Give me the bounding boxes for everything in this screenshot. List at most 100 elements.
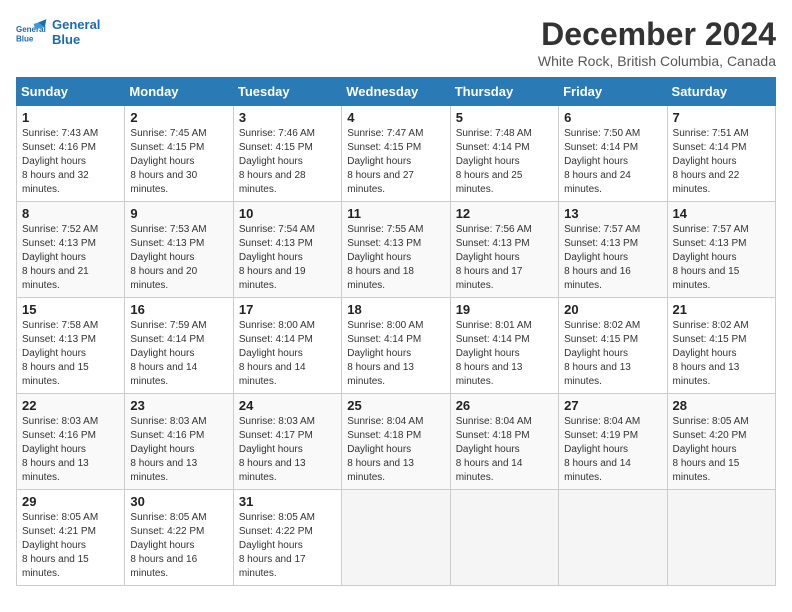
calendar-cell: 16 Sunrise: 7:59 AM Sunset: 4:14 PM Dayl… bbox=[125, 298, 233, 394]
day-info: Sunrise: 8:04 AM Sunset: 4:18 PM Dayligh… bbox=[347, 415, 444, 485]
day-info: Sunrise: 7:57 AM Sunset: 4:13 PM Dayligh… bbox=[564, 223, 661, 293]
header-sunday: Sunday bbox=[17, 78, 125, 106]
day-number: 21 bbox=[673, 302, 770, 317]
calendar-week-row: 29 Sunrise: 8:05 AM Sunset: 4:21 PM Dayl… bbox=[17, 490, 776, 586]
calendar-cell: 13 Sunrise: 7:57 AM Sunset: 4:13 PM Dayl… bbox=[559, 202, 667, 298]
day-info: Sunrise: 8:03 AM Sunset: 4:16 PM Dayligh… bbox=[22, 415, 119, 485]
day-number: 30 bbox=[130, 494, 227, 509]
day-info: Sunrise: 8:05 AM Sunset: 4:22 PM Dayligh… bbox=[130, 511, 227, 581]
day-number: 12 bbox=[456, 206, 553, 221]
day-info: Sunrise: 7:56 AM Sunset: 4:13 PM Dayligh… bbox=[456, 223, 553, 293]
day-number: 18 bbox=[347, 302, 444, 317]
day-number: 11 bbox=[347, 206, 444, 221]
day-number: 15 bbox=[22, 302, 119, 317]
header-saturday: Saturday bbox=[667, 78, 775, 106]
day-number: 31 bbox=[239, 494, 336, 509]
header-tuesday: Tuesday bbox=[233, 78, 341, 106]
day-number: 26 bbox=[456, 398, 553, 413]
calendar-cell: 2 Sunrise: 7:45 AM Sunset: 4:15 PM Dayli… bbox=[125, 106, 233, 202]
day-number: 14 bbox=[673, 206, 770, 221]
day-info: Sunrise: 7:52 AM Sunset: 4:13 PM Dayligh… bbox=[22, 223, 119, 293]
calendar-cell bbox=[667, 490, 775, 586]
day-info: Sunrise: 7:45 AM Sunset: 4:15 PM Dayligh… bbox=[130, 127, 227, 197]
calendar-cell: 21 Sunrise: 8:02 AM Sunset: 4:15 PM Dayl… bbox=[667, 298, 775, 394]
header: General Blue General Blue December 2024 … bbox=[16, 16, 776, 69]
day-number: 8 bbox=[22, 206, 119, 221]
calendar-week-row: 22 Sunrise: 8:03 AM Sunset: 4:16 PM Dayl… bbox=[17, 394, 776, 490]
day-info: Sunrise: 7:43 AM Sunset: 4:16 PM Dayligh… bbox=[22, 127, 119, 197]
calendar-cell: 6 Sunrise: 7:50 AM Sunset: 4:14 PM Dayli… bbox=[559, 106, 667, 202]
day-number: 24 bbox=[239, 398, 336, 413]
calendar-cell: 24 Sunrise: 8:03 AM Sunset: 4:17 PM Dayl… bbox=[233, 394, 341, 490]
weekday-header-row: Sunday Monday Tuesday Wednesday Thursday… bbox=[17, 78, 776, 106]
day-number: 29 bbox=[22, 494, 119, 509]
day-number: 5 bbox=[456, 110, 553, 125]
day-info: Sunrise: 8:02 AM Sunset: 4:15 PM Dayligh… bbox=[673, 319, 770, 389]
logo: General Blue General Blue bbox=[16, 16, 100, 48]
header-thursday: Thursday bbox=[450, 78, 558, 106]
header-monday: Monday bbox=[125, 78, 233, 106]
day-info: Sunrise: 8:05 AM Sunset: 4:22 PM Dayligh… bbox=[239, 511, 336, 581]
day-info: Sunrise: 7:50 AM Sunset: 4:14 PM Dayligh… bbox=[564, 127, 661, 197]
logo-icon: General Blue bbox=[16, 16, 48, 48]
calendar-cell: 15 Sunrise: 7:58 AM Sunset: 4:13 PM Dayl… bbox=[17, 298, 125, 394]
day-info: Sunrise: 7:46 AM Sunset: 4:15 PM Dayligh… bbox=[239, 127, 336, 197]
day-info: Sunrise: 7:53 AM Sunset: 4:13 PM Dayligh… bbox=[130, 223, 227, 293]
day-number: 10 bbox=[239, 206, 336, 221]
calendar-cell: 8 Sunrise: 7:52 AM Sunset: 4:13 PM Dayli… bbox=[17, 202, 125, 298]
calendar-cell: 22 Sunrise: 8:03 AM Sunset: 4:16 PM Dayl… bbox=[17, 394, 125, 490]
calendar-cell: 26 Sunrise: 8:04 AM Sunset: 4:18 PM Dayl… bbox=[450, 394, 558, 490]
day-number: 28 bbox=[673, 398, 770, 413]
day-info: Sunrise: 8:04 AM Sunset: 4:19 PM Dayligh… bbox=[564, 415, 661, 485]
calendar-cell: 10 Sunrise: 7:54 AM Sunset: 4:13 PM Dayl… bbox=[233, 202, 341, 298]
day-info: Sunrise: 8:01 AM Sunset: 4:14 PM Dayligh… bbox=[456, 319, 553, 389]
header-friday: Friday bbox=[559, 78, 667, 106]
calendar-cell: 29 Sunrise: 8:05 AM Sunset: 4:21 PM Dayl… bbox=[17, 490, 125, 586]
day-number: 22 bbox=[22, 398, 119, 413]
day-info: Sunrise: 7:55 AM Sunset: 4:13 PM Dayligh… bbox=[347, 223, 444, 293]
calendar-week-row: 8 Sunrise: 7:52 AM Sunset: 4:13 PM Dayli… bbox=[17, 202, 776, 298]
calendar-cell: 25 Sunrise: 8:04 AM Sunset: 4:18 PM Dayl… bbox=[342, 394, 450, 490]
calendar-cell: 12 Sunrise: 7:56 AM Sunset: 4:13 PM Dayl… bbox=[450, 202, 558, 298]
day-number: 27 bbox=[564, 398, 661, 413]
day-info: Sunrise: 8:03 AM Sunset: 4:17 PM Dayligh… bbox=[239, 415, 336, 485]
calendar-cell: 4 Sunrise: 7:47 AM Sunset: 4:15 PM Dayli… bbox=[342, 106, 450, 202]
svg-text:Blue: Blue bbox=[16, 35, 34, 44]
day-info: Sunrise: 8:05 AM Sunset: 4:20 PM Dayligh… bbox=[673, 415, 770, 485]
calendar-cell: 20 Sunrise: 8:02 AM Sunset: 4:15 PM Dayl… bbox=[559, 298, 667, 394]
calendar-week-row: 1 Sunrise: 7:43 AM Sunset: 4:16 PM Dayli… bbox=[17, 106, 776, 202]
logo-blue: Blue bbox=[52, 32, 100, 47]
day-info: Sunrise: 8:02 AM Sunset: 4:15 PM Dayligh… bbox=[564, 319, 661, 389]
day-info: Sunrise: 7:54 AM Sunset: 4:13 PM Dayligh… bbox=[239, 223, 336, 293]
day-number: 19 bbox=[456, 302, 553, 317]
day-number: 7 bbox=[673, 110, 770, 125]
day-number: 1 bbox=[22, 110, 119, 125]
calendar-cell bbox=[450, 490, 558, 586]
day-info: Sunrise: 7:57 AM Sunset: 4:13 PM Dayligh… bbox=[673, 223, 770, 293]
calendar-cell bbox=[342, 490, 450, 586]
day-number: 4 bbox=[347, 110, 444, 125]
calendar-cell: 23 Sunrise: 8:03 AM Sunset: 4:16 PM Dayl… bbox=[125, 394, 233, 490]
day-number: 17 bbox=[239, 302, 336, 317]
day-number: 3 bbox=[239, 110, 336, 125]
day-info: Sunrise: 7:59 AM Sunset: 4:14 PM Dayligh… bbox=[130, 319, 227, 389]
calendar-cell: 7 Sunrise: 7:51 AM Sunset: 4:14 PM Dayli… bbox=[667, 106, 775, 202]
logo-general: General bbox=[52, 17, 100, 32]
calendar-cell: 5 Sunrise: 7:48 AM Sunset: 4:14 PM Dayli… bbox=[450, 106, 558, 202]
calendar-cell: 3 Sunrise: 7:46 AM Sunset: 4:15 PM Dayli… bbox=[233, 106, 341, 202]
day-info: Sunrise: 7:58 AM Sunset: 4:13 PM Dayligh… bbox=[22, 319, 119, 389]
day-number: 16 bbox=[130, 302, 227, 317]
calendar-cell bbox=[559, 490, 667, 586]
day-number: 6 bbox=[564, 110, 661, 125]
day-number: 23 bbox=[130, 398, 227, 413]
header-wednesday: Wednesday bbox=[342, 78, 450, 106]
day-number: 2 bbox=[130, 110, 227, 125]
calendar-cell: 1 Sunrise: 7:43 AM Sunset: 4:16 PM Dayli… bbox=[17, 106, 125, 202]
day-info: Sunrise: 7:51 AM Sunset: 4:14 PM Dayligh… bbox=[673, 127, 770, 197]
day-info: Sunrise: 8:00 AM Sunset: 4:14 PM Dayligh… bbox=[239, 319, 336, 389]
day-number: 13 bbox=[564, 206, 661, 221]
calendar-cell: 9 Sunrise: 7:53 AM Sunset: 4:13 PM Dayli… bbox=[125, 202, 233, 298]
calendar-cell: 18 Sunrise: 8:00 AM Sunset: 4:14 PM Dayl… bbox=[342, 298, 450, 394]
calendar-table: Sunday Monday Tuesday Wednesday Thursday… bbox=[16, 77, 776, 586]
calendar-week-row: 15 Sunrise: 7:58 AM Sunset: 4:13 PM Dayl… bbox=[17, 298, 776, 394]
